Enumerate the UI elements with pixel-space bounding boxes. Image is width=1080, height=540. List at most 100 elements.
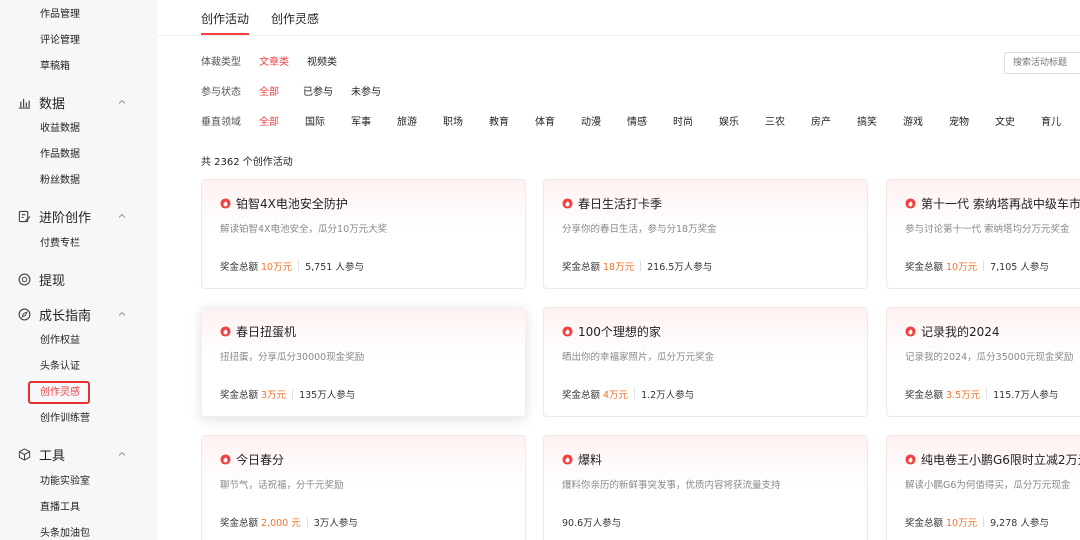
sidebar-item-live-tools[interactable]: 直播工具 xyxy=(40,501,80,515)
edit-icon xyxy=(17,209,31,223)
card-title-text: 记录我的2024 xyxy=(921,325,1000,339)
main-content: 创作活动 创作灵感 体裁类型 文章类 视频类 参与状态 全部 已参与 未参与 垂… xyxy=(157,0,1080,540)
compass-icon xyxy=(17,307,31,321)
filter-option[interactable]: 三农 xyxy=(765,116,811,130)
sidebar-item-lab[interactable]: 功能实验室 xyxy=(40,475,90,489)
filter-option[interactable]: 动漫 xyxy=(581,116,627,130)
filter-option[interactable]: 国际 xyxy=(305,116,351,130)
sidebar-item-works-data[interactable]: 作品数据 xyxy=(40,148,80,162)
activity-card[interactable]: 纯电卷王小鹏G6限时立减2万元 解读小鹏G6为何值得买，瓜分万元现金 奖金总额 … xyxy=(886,435,1080,540)
sidebar-item-inspiration[interactable]: 创作灵感 xyxy=(40,386,80,400)
prize-label: 奖金总额 xyxy=(905,518,944,529)
participants: 7,105 人参与 xyxy=(990,262,1049,273)
activity-card[interactable]: 春日生活打卡季 分享你的春日生活，参与分18万奖金 奖金总额 18万元 216.… xyxy=(543,179,868,289)
sidebar-item-rights[interactable]: 创作权益 xyxy=(40,334,80,348)
activity-card[interactable]: 今日春分 聊节气，话祝福，分千元奖励 奖金总额 2,000 元 3万人参与 xyxy=(201,435,526,540)
card-footer: 奖金总额 4万元 1.2万人参与 xyxy=(562,387,694,401)
sidebar-group-tools[interactable]: 工具 xyxy=(17,443,137,465)
card-footer: 奖金总额 3万元 135万人参与 xyxy=(220,387,355,401)
filter-option[interactable]: 文史 xyxy=(995,116,1041,130)
tab-activities[interactable]: 创作活动 xyxy=(201,10,250,35)
filter-genre: 体裁类型 文章类 视频类 xyxy=(201,56,355,70)
filter-option[interactable]: 房产 xyxy=(811,116,857,130)
card-footer: 奖金总额 10万元 9,278 人参与 xyxy=(905,515,1049,529)
flame-icon xyxy=(562,198,573,209)
filter-option[interactable]: 游戏 xyxy=(903,116,949,130)
sidebar-item-paid-column[interactable]: 付费专栏 xyxy=(40,237,80,251)
filter-option[interactable]: 体育 xyxy=(535,116,581,130)
card-title: 今日春分 xyxy=(220,451,284,468)
filter-option[interactable]: 情感 xyxy=(627,116,673,130)
sidebar-item-income[interactable]: 收益数据 xyxy=(40,122,80,136)
sidebar-item-verification[interactable]: 头条认证 xyxy=(40,360,80,374)
filter-option[interactable]: 已参与 xyxy=(303,86,333,100)
participants: 1.2万人参与 xyxy=(641,390,695,401)
filter-option[interactable]: 军事 xyxy=(351,116,397,130)
filter-option[interactable]: 育儿 xyxy=(1041,116,1071,130)
sidebar-group-advanced[interactable]: 进阶创作 xyxy=(17,205,137,227)
sidebar-item-drafts[interactable]: 草稿箱 xyxy=(40,60,70,74)
card-title: 春日扭蛋机 xyxy=(220,323,296,340)
participants: 5,751 人参与 xyxy=(305,262,364,273)
sidebar-group-label: 进阶创作 xyxy=(39,210,92,226)
filter-label: 垂直领域 xyxy=(201,117,241,128)
filter-option[interactable]: 时尚 xyxy=(673,116,719,130)
filter-option[interactable]: 宠物 xyxy=(949,116,995,130)
prize-amount: 4万元 xyxy=(603,390,629,401)
prize-amount: 3.5万元 xyxy=(946,390,981,401)
activity-count: 共 2362 个创作活动 xyxy=(201,157,293,168)
prize-label: 奖金总额 xyxy=(220,262,259,273)
filter-option[interactable]: 视频类 xyxy=(307,56,337,70)
filter-option[interactable]: 文章类 xyxy=(259,56,289,70)
divider xyxy=(986,389,988,399)
filter-option[interactable]: 教育 xyxy=(489,116,535,130)
filter-option[interactable]: 全部 xyxy=(259,116,305,130)
coin-icon xyxy=(17,272,31,286)
flame-icon xyxy=(220,454,231,465)
card-title-text: 100个理想的家 xyxy=(578,325,661,339)
card-footer: 奖金总额 2,000 元 3万人参与 xyxy=(220,515,358,529)
chevron-up-icon xyxy=(118,451,126,456)
card-desc: 扭扭蛋，分享瓜分30000现金奖励 xyxy=(220,352,365,363)
activity-card[interactable]: 春日扭蛋机 扭扭蛋，分享瓜分30000现金奖励 奖金总额 3万元 135万人参与 xyxy=(201,307,526,417)
card-desc: 晒出你的幸福家照片，瓜分万元奖金 xyxy=(562,352,715,363)
search-input[interactable] xyxy=(1004,52,1080,74)
sidebar-item-fans-data[interactable]: 粉丝数据 xyxy=(40,174,80,188)
card-title: 纯电卷王小鹏G6限时立减2万元 xyxy=(905,451,1080,468)
filter-option[interactable]: 旅游 xyxy=(397,116,443,130)
flame-icon xyxy=(220,198,231,209)
sidebar-group-data[interactable]: 数据 xyxy=(17,91,137,113)
sidebar: 作品管理 评论管理 草稿箱 数据 收益数据 作品数据 粉丝数据 进阶创作 付费专… xyxy=(0,0,157,540)
chevron-up-icon xyxy=(118,99,126,104)
sidebar-group-growth[interactable]: 成长指南 xyxy=(17,303,137,325)
activity-card[interactable]: 100个理想的家 晒出你的幸福家照片，瓜分万元奖金 奖金总额 4万元 1.2万人… xyxy=(543,307,868,417)
activity-card[interactable]: 第十一代 索纳塔再战中级车市场 参与讨论第十一代 索纳塔均分万元奖金 奖金总额 … xyxy=(886,179,1080,289)
activity-card[interactable]: 铂智4X电池安全防护 解读铂智4X电池安全，瓜分10万元大奖 奖金总额 10万元… xyxy=(201,179,526,289)
divider xyxy=(292,389,294,399)
sidebar-item-comments[interactable]: 评论管理 xyxy=(40,34,80,48)
card-desc: 解读小鹏G6为何值得买，瓜分万元现金 xyxy=(905,480,1071,491)
prize-label: 奖金总额 xyxy=(562,390,601,401)
card-title-text: 今日春分 xyxy=(236,453,285,467)
filter-option[interactable]: 职场 xyxy=(443,116,489,130)
flame-icon xyxy=(220,326,231,337)
filter-option[interactable]: 未参与 xyxy=(351,86,381,100)
sidebar-group-withdraw[interactable]: 提现 xyxy=(17,268,137,290)
prize-label: 奖金总额 xyxy=(905,262,944,273)
filter-vertical: 垂直领域 全部 国际 军事 旅游 职场 教育 体育 动漫 情感 时尚 娱乐 三农… xyxy=(201,116,1071,130)
filter-option[interactable]: 搞笑 xyxy=(857,116,903,130)
card-title-text: 铂智4X电池安全防护 xyxy=(236,197,348,211)
sidebar-item-works[interactable]: 作品管理 xyxy=(40,8,80,22)
divider xyxy=(634,389,636,399)
sidebar-item-training[interactable]: 创作训练营 xyxy=(40,412,90,426)
sidebar-item-boost-pack[interactable]: 头条加油包 xyxy=(40,527,90,540)
activity-card[interactable]: 记录我的2024 记录我的2024，瓜分35000元现金奖励 奖金总额 3.5万… xyxy=(886,307,1080,417)
filter-option[interactable]: 娱乐 xyxy=(719,116,765,130)
filter-option[interactable]: 全部 xyxy=(259,86,279,100)
tab-inspiration[interactable]: 创作灵感 xyxy=(271,10,319,34)
sidebar-group-label: 提现 xyxy=(39,273,66,289)
divider xyxy=(983,517,985,527)
activity-card[interactable]: 爆料 爆料你亲历的新鲜事突发事，优质内容将获流量支持 90.6万人参与 xyxy=(543,435,868,540)
flame-icon xyxy=(905,326,916,337)
sidebar-group-label: 成长指南 xyxy=(39,308,92,324)
